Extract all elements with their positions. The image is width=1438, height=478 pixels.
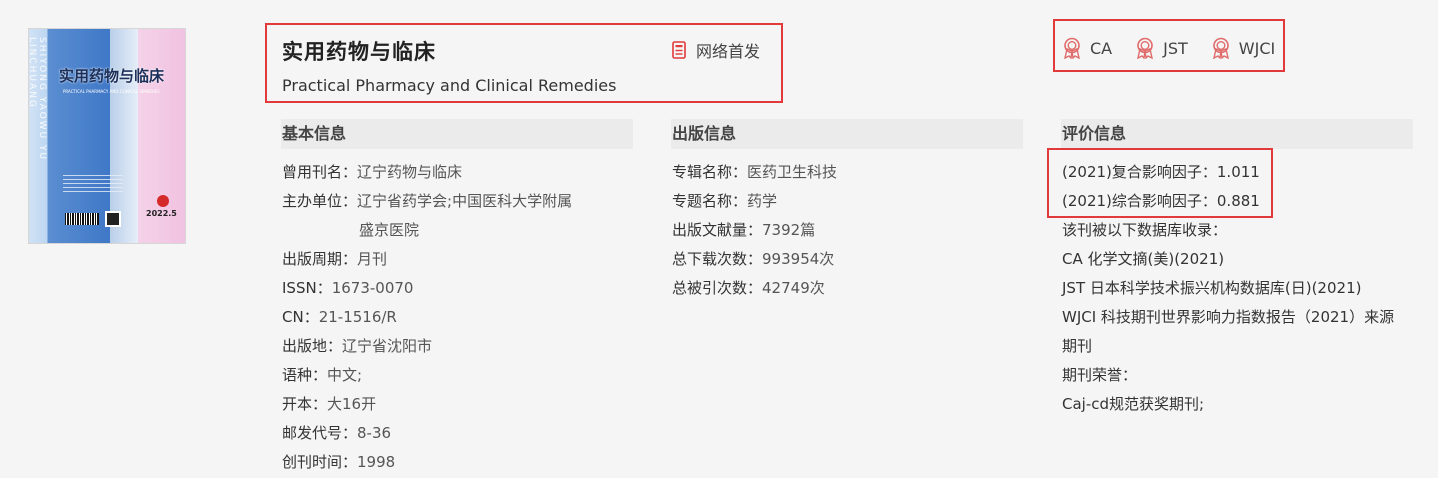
info-row-place: 出版地： 辽宁省沈阳市 — [282, 337, 433, 355]
publish-row-topic: 专题名称： 药学 — [672, 192, 778, 210]
journal-title-cn: 实用药物与临床 — [282, 40, 436, 64]
database-tags: CA JST WJCI — [1062, 37, 1298, 59]
included-db-jst: JST 日本科学技术振兴机构数据库(日)(2021) — [1062, 279, 1362, 297]
db-tag-wjci[interactable]: WJCI — [1211, 37, 1275, 59]
included-db-wjci: WJCI 科技期刊世界影响力指数报告（2021）来源 — [1062, 308, 1395, 326]
publish-info-heading: 出版信息 — [671, 119, 1023, 149]
publish-row-downloads: 总下载次数： 993954次 — [672, 250, 835, 268]
db-tag-ca[interactable]: CA — [1062, 37, 1112, 59]
cover-logo-dot — [157, 195, 169, 207]
cover-subtitle: PRACTICAL PHARMACY AND CLINICAL REMEDIES — [63, 89, 160, 94]
publish-row-articles: 出版文献量： 7392篇 — [672, 221, 816, 239]
info-row-frequency: 出版周期： 月刊 — [282, 250, 388, 268]
publish-row-citations: 总被引次数： 42749次 — [672, 279, 825, 297]
info-row-issn: ISSN： 1673-0070 — [282, 279, 414, 297]
award-icon — [1212, 37, 1229, 59]
info-row-sponsor: 主办单位： 辽宁省药学会;中国医科大学附属 — [282, 192, 573, 210]
barcode-icon — [65, 213, 99, 225]
qr-code-icon — [105, 211, 121, 227]
cover-text-lines — [63, 175, 123, 195]
info-row-format: 开本： 大16开 — [282, 395, 377, 413]
db-tag-label: WJCI — [1238, 38, 1276, 58]
impact-factor-composite: (2021)复合影响因子：1.011 — [1062, 163, 1260, 181]
journal-cover[interactable]: SHIYONG YAOWU YU LINCHUANG 实用药物与临床 PRACT… — [28, 28, 186, 244]
info-row-sponsor-cont: 盛京医院 — [359, 221, 420, 239]
info-row-language: 语种： 中文; — [282, 366, 363, 384]
included-db-wjci-cont: 期刊 — [1062, 337, 1093, 355]
db-tag-jst[interactable]: JST — [1135, 37, 1188, 59]
publish-info-list: 专辑名称： 医药卫生科技 专题名称： 药学 出版文献量： 7392篇 总下载次数： 99… — [672, 158, 1012, 303]
evaluation-info-heading: 评价信息 — [1061, 119, 1413, 149]
online-first-link[interactable]: 网络首发 — [672, 38, 760, 62]
award-icon — [1137, 37, 1154, 59]
impact-factor-comprehensive: (2021)综合影响因子：0.881 — [1062, 192, 1260, 210]
db-tag-label: CA — [1090, 38, 1113, 58]
info-row-founded: 创刊时间： 1998 — [282, 453, 396, 471]
basic-info-list: 曾用刊名： 辽宁药物与临床 主办单位： 辽宁省药学会;中国医科大学附属 盛京医院 出… — [282, 158, 622, 477]
cover-title: 实用药物与临床 — [59, 67, 165, 85]
online-first-label: 网络首发 — [696, 42, 761, 61]
info-row-postal-code: 邮发代号： 8-36 — [282, 424, 392, 442]
publish-row-collection: 专辑名称： 医药卫生科技 — [672, 163, 838, 181]
included-db-ca: CA 化学文摘(美)(2021) — [1062, 250, 1225, 268]
journal-title-en: Practical Pharmacy and Clinical Remedies — [282, 76, 617, 95]
honor-value: Caj-cd规范获奖期刊; — [1062, 395, 1205, 413]
basic-info-heading: 基本信息 — [281, 119, 633, 149]
info-row-former-name: 曾用刊名： 辽宁药物与临床 — [282, 163, 463, 181]
award-icon — [1064, 37, 1080, 59]
evaluation-info-list: (2021)复合影响因子：1.011 (2021)综合影响因子：0.881 该刊… — [1062, 158, 1422, 419]
document-icon — [672, 41, 686, 59]
cover-issue: 2022.5 — [146, 209, 177, 218]
included-label: 该刊被以下数据库收录： — [1062, 221, 1228, 239]
honor-label: 期刊荣誉： — [1062, 366, 1138, 384]
db-tag-label: JST — [1163, 38, 1188, 58]
cover-spine-text: SHIYONG YAOWU YU LINCHUANG — [28, 37, 47, 162]
info-row-cn: CN： 21-1516/R — [282, 308, 397, 326]
